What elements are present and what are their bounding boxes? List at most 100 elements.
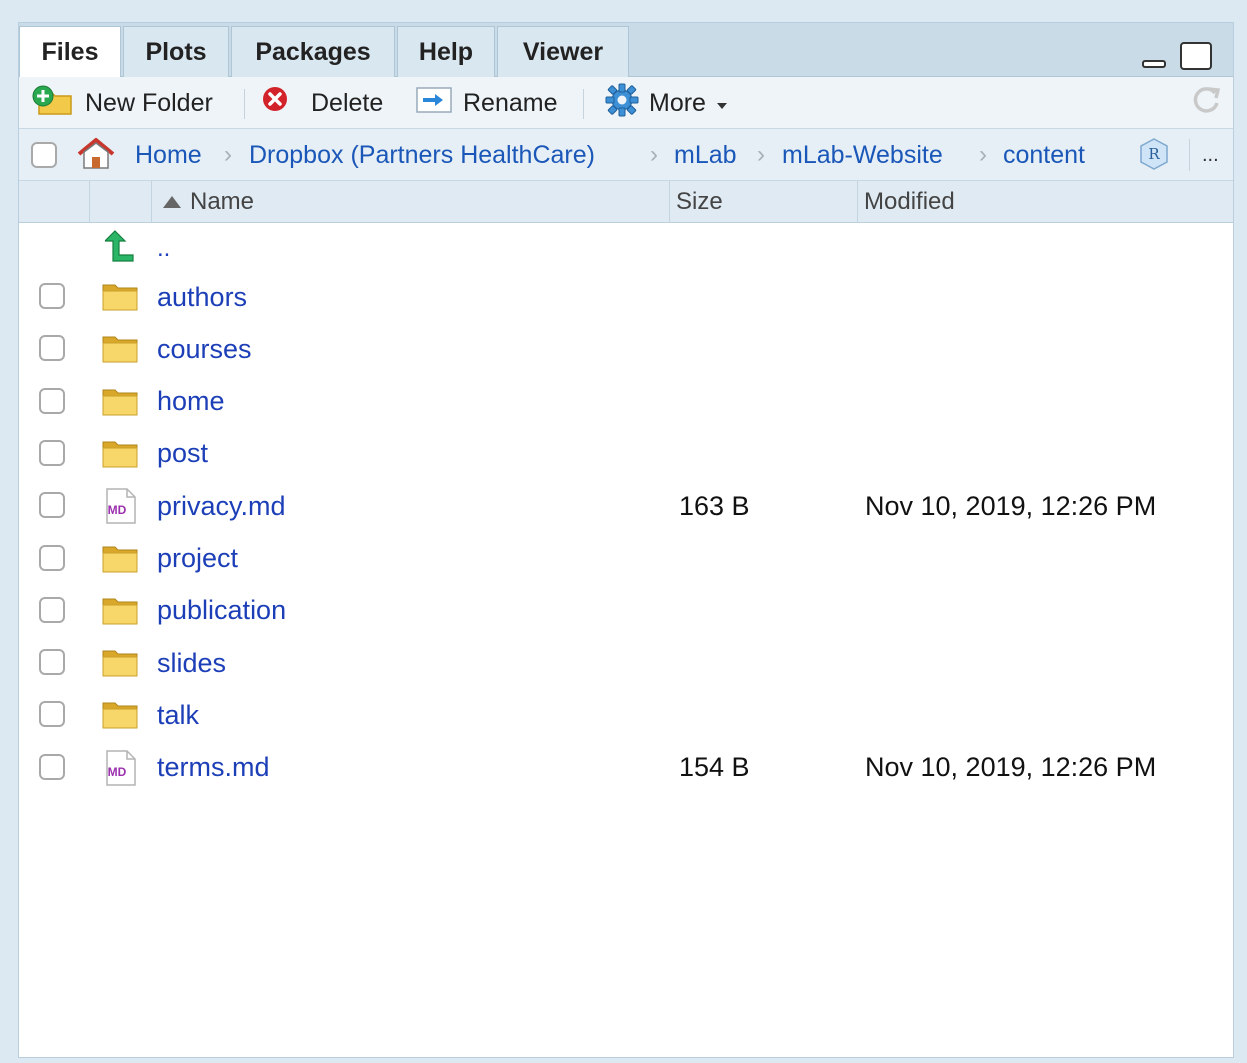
toolbar-divider xyxy=(583,89,584,119)
folder-icon xyxy=(101,331,139,370)
markdown-file-icon: MD xyxy=(101,749,139,791)
header-icon-col xyxy=(89,181,151,223)
breadcrumb-chevron-icon: › xyxy=(224,141,232,168)
breadcrumb-dropbox[interactable]: Dropbox (Partners HealthCare) xyxy=(249,129,595,181)
file-checkbox[interactable] xyxy=(39,335,65,362)
more-button[interactable]: More xyxy=(605,77,728,129)
breadcrumb-content[interactable]: content xyxy=(1003,129,1085,181)
parent-directory-link[interactable]: .. xyxy=(157,223,170,275)
refresh-button[interactable] xyxy=(1189,77,1223,129)
new-folder-label: New Folder xyxy=(85,88,213,117)
svg-text:MD: MD xyxy=(108,765,127,779)
sort-by-modified-header[interactable]: Modified xyxy=(857,181,1233,223)
toolbar-divider xyxy=(244,89,245,119)
file-checkbox[interactable] xyxy=(39,753,65,780)
breadcrumb-mlab[interactable]: mLab xyxy=(674,129,737,181)
file-name-link[interactable]: home xyxy=(157,376,225,428)
file-name-link[interactable]: publication xyxy=(157,585,286,637)
file-name-link[interactable]: terms.md xyxy=(157,742,270,794)
file-name-link[interactable]: privacy.md xyxy=(157,480,286,532)
file-checkbox[interactable] xyxy=(39,387,65,414)
file-name-link[interactable]: slides xyxy=(157,637,226,689)
tab-packages[interactable]: Packages xyxy=(231,26,395,77)
new-folder-button[interactable]: New Folder xyxy=(31,77,213,129)
file-modified: Nov 10, 2019, 12:26 PM xyxy=(865,490,1157,521)
breadcrumb-mlab-website[interactable]: mLab-Website xyxy=(782,129,943,181)
file-row[interactable]: authors xyxy=(19,271,1233,323)
markdown-file-icon: MD xyxy=(101,488,139,529)
header-checkbox-col xyxy=(19,181,89,223)
folder-icon xyxy=(101,541,139,580)
minimize-icon[interactable] xyxy=(1141,41,1167,76)
select-all-checkbox[interactable] xyxy=(31,142,57,168)
folder-icon xyxy=(101,645,139,684)
file-modified: Nov 10, 2019, 12:26 PM xyxy=(865,752,1157,783)
file-checkbox[interactable] xyxy=(39,701,65,728)
file-row[interactable]: project xyxy=(19,533,1233,585)
file-row[interactable]: talk xyxy=(19,689,1233,741)
svg-text:R: R xyxy=(1148,145,1160,163)
file-checkbox[interactable] xyxy=(39,283,65,309)
folder-icon xyxy=(101,697,139,736)
rename-label: Rename xyxy=(463,88,558,117)
file-list-header: Name Size Modified xyxy=(19,181,1233,223)
folder-icon xyxy=(101,279,139,318)
file-row[interactable]: home xyxy=(19,376,1233,428)
folder-icon xyxy=(101,593,139,632)
file-size: 163 B xyxy=(679,490,750,521)
file-name-link[interactable]: authors xyxy=(157,271,247,323)
delete-label: Delete xyxy=(311,88,384,117)
breadcrumb-home[interactable]: Home xyxy=(135,129,202,181)
parent-directory-row[interactable]: .. xyxy=(19,223,1233,275)
files-toolbar: New Folder Delete Rename More xyxy=(19,77,1233,129)
new-folder-icon xyxy=(31,84,75,123)
file-row[interactable]: courses xyxy=(19,323,1233,375)
rename-icon xyxy=(415,84,453,123)
file-row[interactable]: MD terms.md 154 B Nov 10, 2019, 12:26 PM xyxy=(19,742,1233,794)
file-size: 154 B xyxy=(679,752,750,783)
file-row[interactable]: MD privacy.md 163 B Nov 10, 2019, 12:26 PM xyxy=(19,480,1233,532)
maximize-icon[interactable] xyxy=(1179,41,1213,76)
sort-ascending-icon xyxy=(162,188,182,216)
breadcrumb-chevron-icon: › xyxy=(757,141,765,168)
sort-by-size-header[interactable]: Size xyxy=(669,181,857,223)
folder-icon xyxy=(101,436,139,475)
file-name-link[interactable]: post xyxy=(157,428,208,480)
tab-bar: Files Plots Packages Help Viewer xyxy=(19,23,1233,78)
file-checkbox[interactable] xyxy=(39,439,65,466)
breadcrumb-chevron-icon: › xyxy=(979,141,987,168)
file-name-link[interactable]: talk xyxy=(157,689,199,741)
file-checkbox[interactable] xyxy=(39,596,65,623)
file-checkbox[interactable] xyxy=(39,544,65,571)
breadcrumb: Home › Dropbox (Partners HealthCare) › m… xyxy=(19,129,1233,181)
home-icon[interactable] xyxy=(75,137,117,176)
svg-text:MD: MD xyxy=(108,503,127,517)
breadcrumb-divider xyxy=(1189,139,1190,171)
header-name-label: Name xyxy=(190,188,255,215)
file-checkbox[interactable] xyxy=(39,492,65,519)
files-pane: Files Plots Packages Help Viewer New Fol… xyxy=(18,22,1234,1058)
r-project-icon[interactable]: R xyxy=(1137,137,1171,176)
tab-viewer[interactable]: Viewer xyxy=(497,26,629,77)
more-label: More xyxy=(649,88,706,117)
file-checkbox[interactable] xyxy=(39,649,65,676)
delete-icon xyxy=(261,86,289,121)
tab-files[interactable]: Files xyxy=(19,26,121,78)
file-row[interactable]: slides xyxy=(19,637,1233,689)
file-row[interactable]: publication xyxy=(19,585,1233,637)
rename-button[interactable]: Rename xyxy=(415,77,558,129)
tab-plots[interactable]: Plots xyxy=(123,26,229,77)
header-size-label: Size xyxy=(676,188,723,215)
sort-by-name-header[interactable]: Name xyxy=(151,181,669,223)
refresh-icon xyxy=(1189,83,1223,124)
folder-icon xyxy=(101,384,139,423)
breadcrumb-overflow-button[interactable]: ... xyxy=(1202,129,1219,181)
file-name-link[interactable]: project xyxy=(157,533,238,585)
tab-help[interactable]: Help xyxy=(397,26,495,77)
header-modified-label: Modified xyxy=(864,188,955,215)
file-row[interactable]: post xyxy=(19,428,1233,480)
breadcrumb-chevron-icon: › xyxy=(650,141,658,168)
gear-icon xyxy=(605,83,639,124)
file-name-link[interactable]: courses xyxy=(157,323,252,375)
delete-button[interactable]: Delete xyxy=(261,77,383,129)
